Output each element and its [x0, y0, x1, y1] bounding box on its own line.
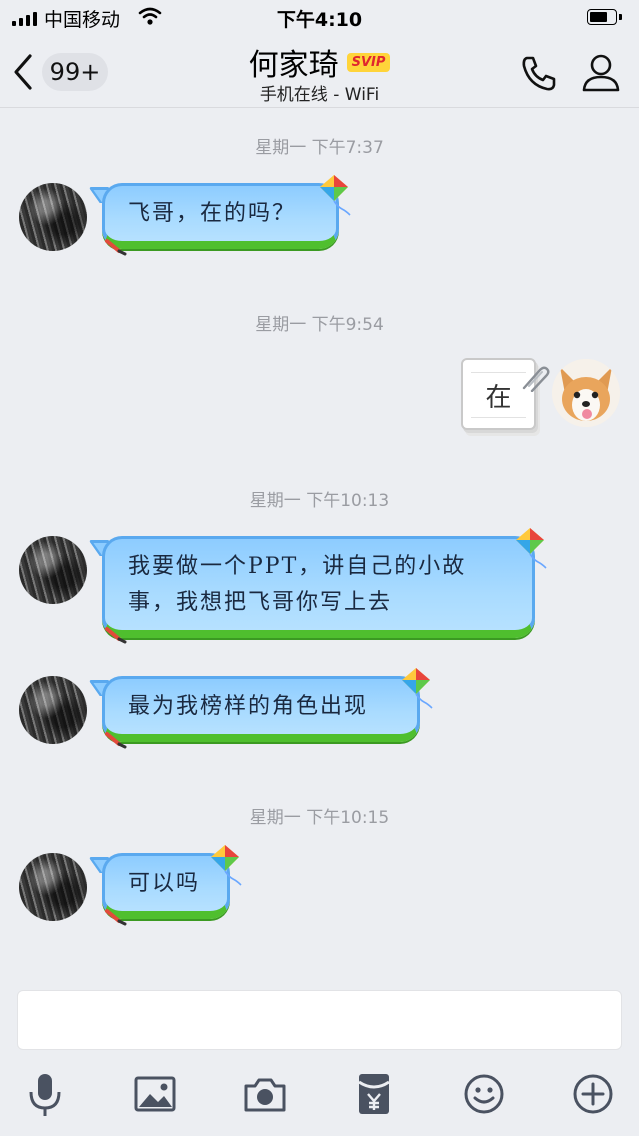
kite-icon: [516, 528, 547, 569]
message-text: 可以吗: [128, 871, 201, 896]
emoji-icon[interactable]: [461, 1070, 507, 1118]
message-text: 最为我榜样的角色出现: [128, 694, 369, 719]
kite-icon: [320, 175, 351, 216]
kite-icon: [402, 668, 433, 709]
input-toolbar: [0, 1062, 639, 1128]
red-packet-icon[interactable]: [351, 1070, 397, 1118]
pencil-icon: [105, 732, 127, 749]
message-text: 飞哥，在的吗？: [128, 201, 297, 226]
camera-icon[interactable]: [242, 1070, 288, 1118]
message-bubble[interactable]: 我要做一个PPT，讲自己的小故 事，我想把飞哥你写上去: [88, 536, 535, 644]
chat-header: 99+ 何家琦 SVIP 手机在线 - WiFi: [0, 36, 639, 108]
plus-icon[interactable]: [570, 1070, 616, 1118]
status-bar: 中国移动 下午4:10: [0, 0, 639, 36]
pencil-icon: [105, 909, 127, 926]
phone-call-icon[interactable]: [516, 50, 562, 96]
pencil-icon: [105, 627, 127, 644]
message-text-line: 我要做一个PPT，讲自己的小故: [128, 554, 467, 579]
timestamp: 星期一 下午9:54: [255, 315, 384, 335]
timestamp: 星期一 下午10:15: [249, 808, 390, 828]
message-text-line: 事，我想把飞哥你写上去: [128, 590, 393, 615]
my-avatar[interactable]: [552, 359, 620, 427]
contact-avatar[interactable]: [19, 676, 87, 744]
status-time: 下午4:10: [276, 9, 363, 31]
contact-name: 何家琦: [248, 48, 339, 83]
message-bubble[interactable]: 飞哥，在的吗？: [88, 183, 339, 255]
message-input[interactable]: [17, 990, 622, 1050]
contact-avatar[interactable]: [19, 183, 87, 251]
profile-icon[interactable]: [578, 50, 624, 96]
microphone-icon[interactable]: [22, 1070, 68, 1118]
battery-icon: [587, 9, 617, 25]
pencil-icon: [105, 239, 127, 256]
contact-avatar[interactable]: [19, 853, 87, 921]
contact-avatar[interactable]: [19, 536, 87, 604]
battery-tip: [619, 14, 622, 20]
image-icon[interactable]: [132, 1070, 178, 1118]
kite-icon: [211, 845, 242, 886]
message-bubble[interactable]: 最为我榜样的角色出现: [88, 676, 420, 748]
svip-badge: SVIP: [346, 52, 391, 72]
paperclip-icon: [522, 366, 550, 392]
timestamp: 星期一 下午10:13: [249, 491, 390, 511]
timestamp: 星期一 下午7:37: [255, 138, 384, 158]
